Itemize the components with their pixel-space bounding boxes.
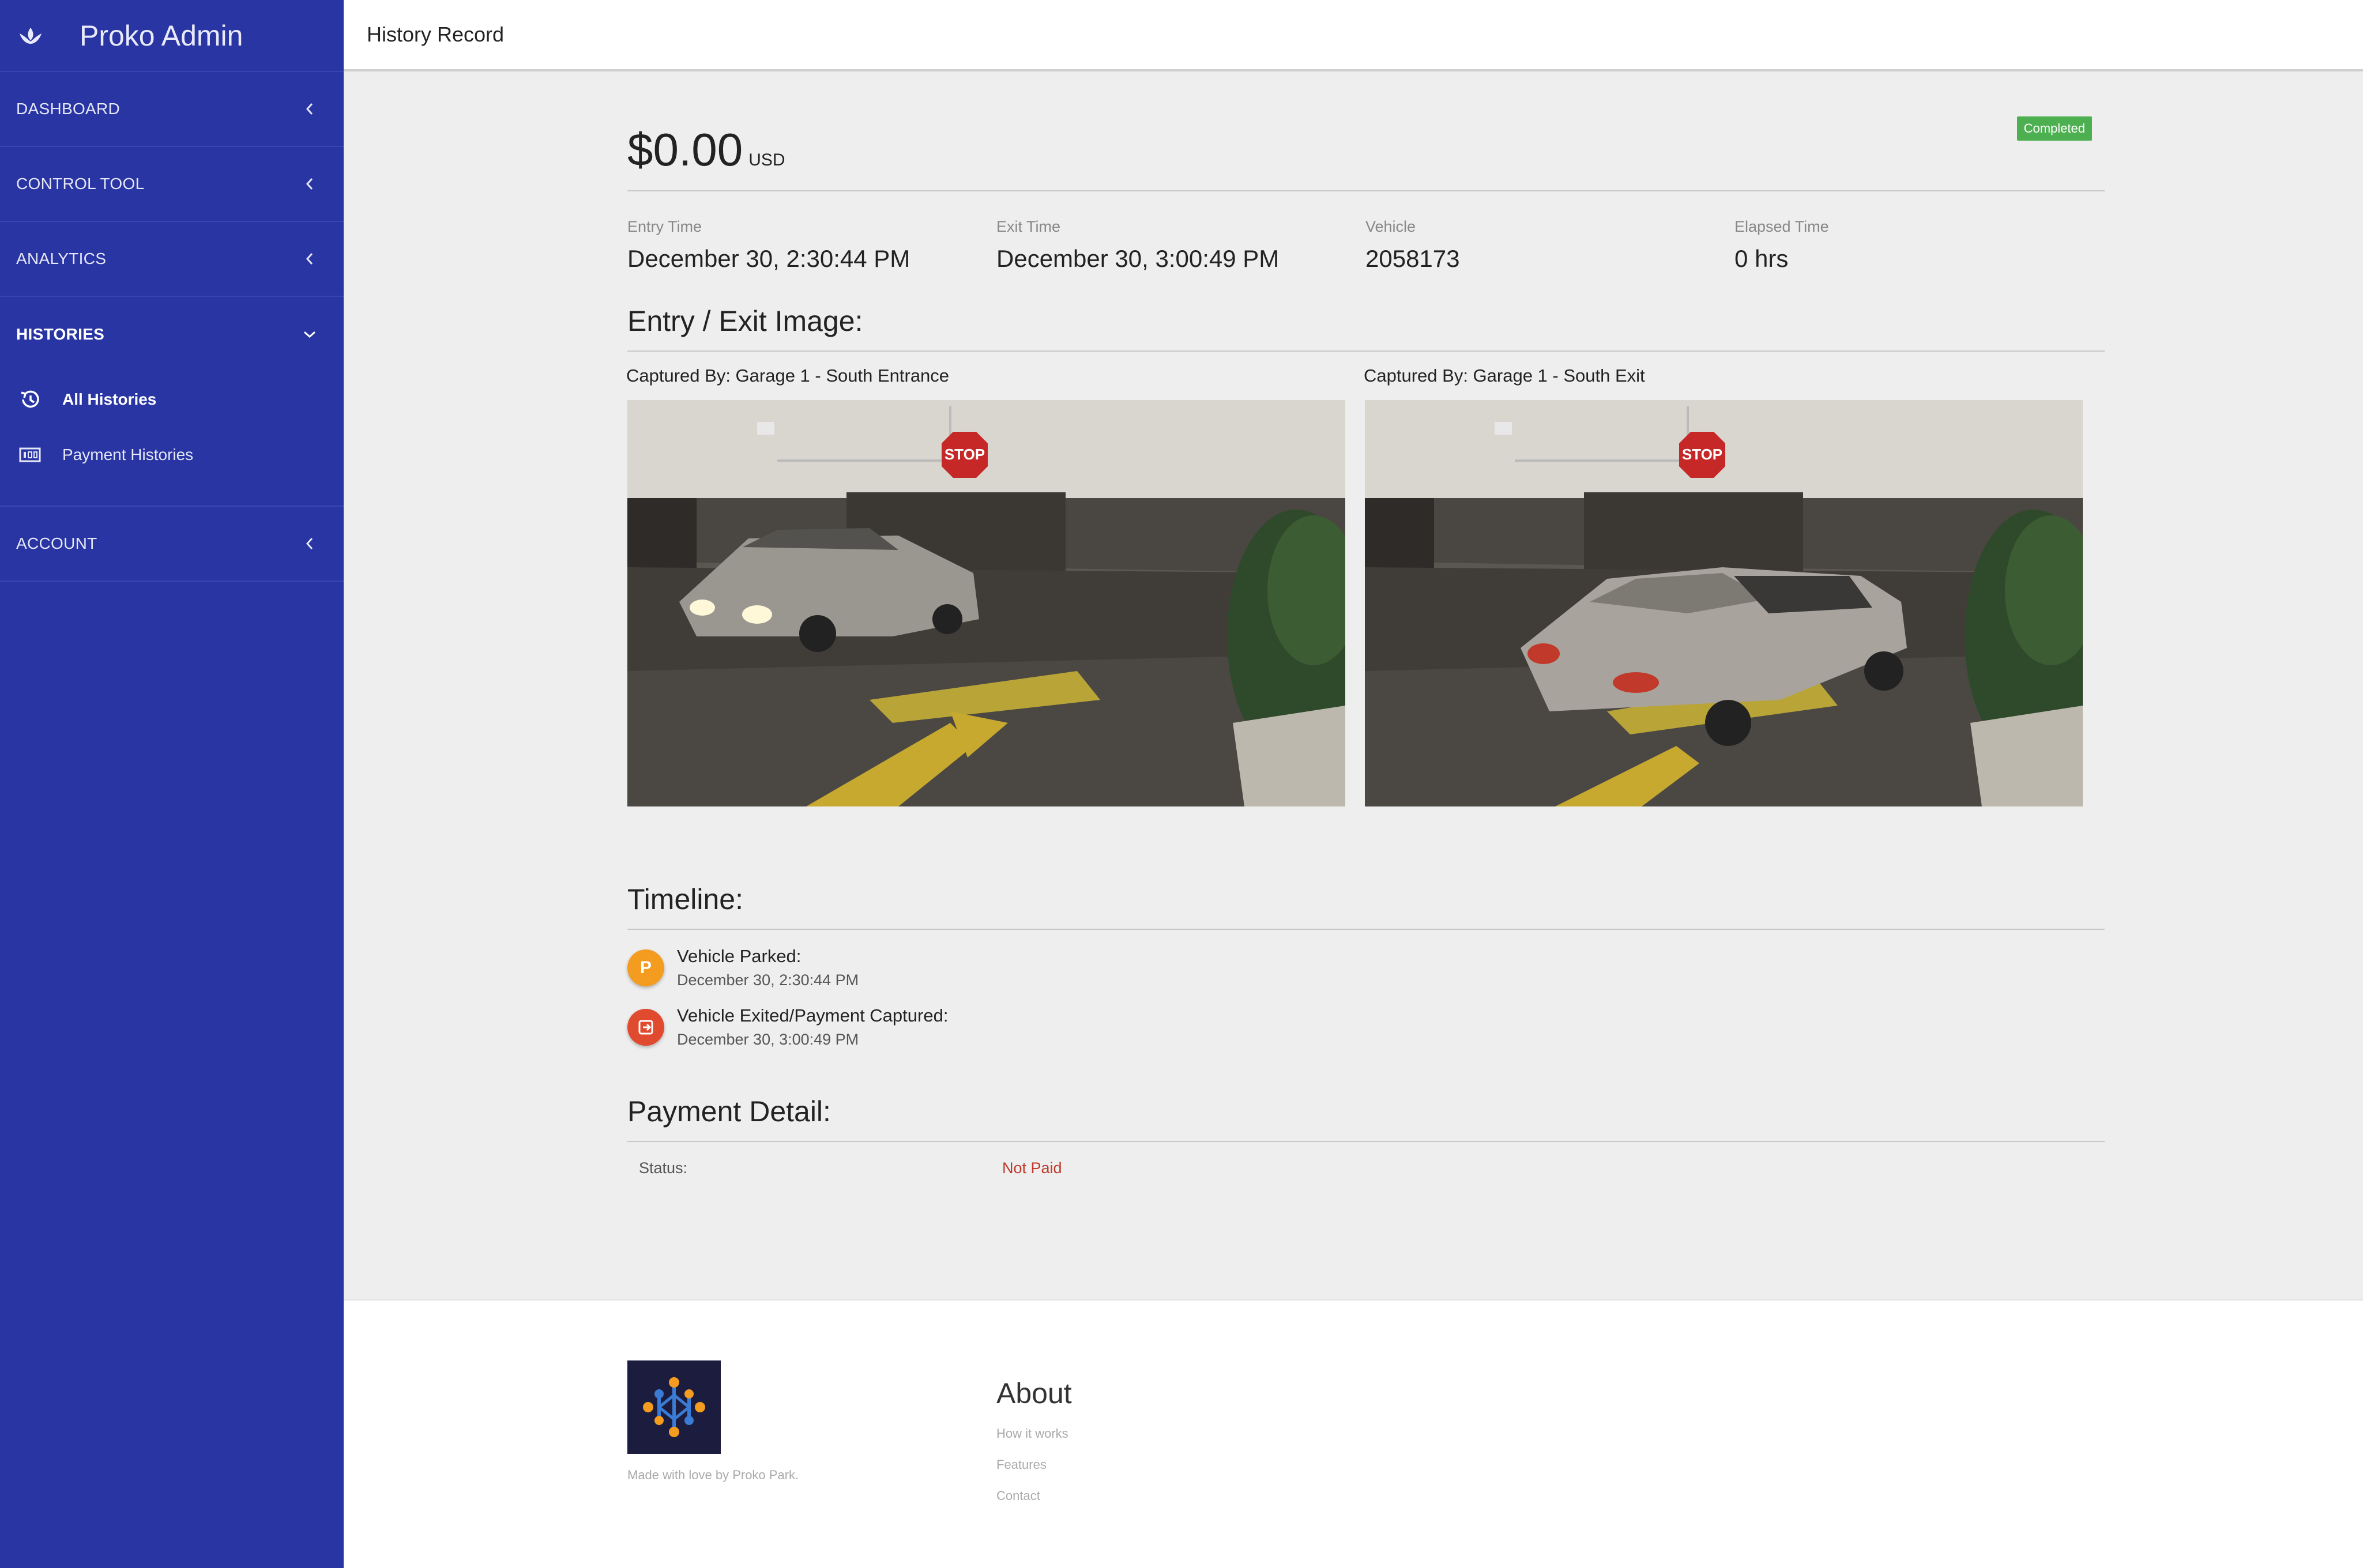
histories-submenu: All Histories Payment Histories <box>0 372 344 507</box>
sidebar-item-analytics[interactable]: ANALYTICS <box>0 222 344 297</box>
stop-sign-text: STOP <box>1682 446 1722 463</box>
chevron-left-icon <box>301 250 318 267</box>
stat-exit-time: Exit Time December 30, 3:00:49 PM <box>996 218 1365 304</box>
payment-status-value: Not Paid <box>1002 1159 1062 1177</box>
section-title-timeline: Timeline: <box>627 883 2105 930</box>
chevron-down-icon <box>301 326 318 343</box>
payment-status-label: Status: <box>639 1159 688 1177</box>
link-contact[interactable]: Contact <box>996 1488 1072 1503</box>
chevron-left-icon <box>301 535 318 552</box>
footer-about: About How it works Features Contact <box>996 1377 1072 1503</box>
timeline-item-date: December 30, 3:00:49 PM <box>677 1031 859 1048</box>
footer: Made with love by Proko Park. About How … <box>344 1299 2363 1568</box>
payment-status-row: Status: Not Paid <box>627 1142 2105 1177</box>
entry-photo[interactable]: STOP <box>627 400 1345 806</box>
history-record-content: $0.00 USD Completed Entry Time December 3… <box>626 71 2105 1177</box>
exit-icon <box>627 1009 664 1046</box>
section-title-images: Entry / Exit Image: <box>627 304 2105 352</box>
entry-exit-images: Captured By: Garage 1 - South Entrance S… <box>626 365 2105 806</box>
sidebar-subitem-payment-histories[interactable]: Payment Histories <box>0 427 344 483</box>
timeline-item-exited: Vehicle Exited/Payment Captured: Decembe… <box>627 1005 2105 1049</box>
status-badge: Completed <box>2016 116 2092 141</box>
amount: $0.00 USD <box>627 123 785 176</box>
stat-value: 2058173 <box>1365 245 1460 272</box>
link-features[interactable]: Features <box>996 1457 1072 1472</box>
stat-elapsed-time: Elapsed Time 0 hrs <box>1734 218 2104 304</box>
sidebar-item-label: CONTROL TOOL <box>16 175 145 193</box>
top-bar: History Record <box>344 0 2363 71</box>
link-how-it-works[interactable]: How it works <box>996 1426 1072 1441</box>
stop-sign-text: STOP <box>945 446 985 463</box>
amount-value: $0.00 <box>627 124 743 175</box>
timeline-item-parked: P Vehicle Parked: December 30, 2:30:44 P… <box>627 946 2105 989</box>
sidebar-item-control-tool[interactable]: CONTROL TOOL <box>0 147 344 222</box>
chevron-left-icon <box>301 100 318 118</box>
exit-image-block: Captured By: Garage 1 - South Exit STOP <box>1364 365 2083 806</box>
page-title: History Record <box>367 22 505 46</box>
about-title: About <box>996 1377 1072 1409</box>
timeline-item-date: December 30, 2:30:44 PM <box>677 971 859 989</box>
stat-vehicle: Vehicle 2058173 <box>1365 218 1734 304</box>
sidebar-item-label: ACCOUNT <box>16 534 97 552</box>
stat-label: Vehicle <box>1365 218 1416 235</box>
brand-title: Proko Admin <box>80 19 243 52</box>
footer-credit: Made with love by Proko Park. <box>627 1468 799 1482</box>
amount-row: $0.00 USD Completed <box>627 71 2105 191</box>
stat-label: Entry Time <box>627 218 702 235</box>
section-title-payment: Payment Detail: <box>627 1095 2105 1142</box>
amount-currency: USD <box>748 150 785 169</box>
sidebar-subitem-label: All Histories <box>62 390 157 408</box>
proko-logo <box>627 1360 721 1454</box>
exit-image-caption: Captured By: Garage 1 - South Exit <box>1364 365 1645 386</box>
brand[interactable]: Proko Admin <box>0 0 344 72</box>
timeline-item-title: Vehicle Parked: <box>677 946 802 966</box>
sidebar-item-label: ANALYTICS <box>16 250 107 267</box>
sidebar-item-account[interactable]: ACCOUNT <box>0 507 344 582</box>
sidebar-item-histories[interactable]: HISTORIES <box>0 297 344 372</box>
timeline-item-title: Vehicle Exited/Payment Captured: <box>677 1005 949 1026</box>
timeline: P Vehicle Parked: December 30, 2:30:44 P… <box>627 946 2105 1049</box>
entry-image-caption: Captured By: Garage 1 - South Entrance <box>626 365 950 386</box>
lotus-logo-icon <box>16 21 45 50</box>
receipt-icon <box>17 442 43 468</box>
parking-icon: P <box>627 949 664 986</box>
entry-image-block: Captured By: Garage 1 - South Entrance S… <box>626 365 1345 806</box>
history-icon <box>17 387 43 412</box>
sidebar-item-label: HISTORIES <box>16 325 105 343</box>
stat-label: Elapsed Time <box>1734 218 1829 235</box>
record-stats: Entry Time December 30, 2:30:44 PM Exit … <box>627 191 2105 304</box>
stat-entry-time: Entry Time December 30, 2:30:44 PM <box>627 218 996 304</box>
stat-value: December 30, 2:30:44 PM <box>627 245 910 272</box>
stat-value: December 30, 3:00:49 PM <box>996 245 1280 272</box>
sidebar-subitem-label: Payment Histories <box>62 446 194 463</box>
stat-value: 0 hrs <box>1734 245 1789 272</box>
sidebar-subitem-all-histories[interactable]: All Histories <box>0 372 344 427</box>
sidebar-item-dashboard[interactable]: DASHBOARD <box>0 72 344 147</box>
stat-label: Exit Time <box>996 218 1061 235</box>
sidebar: Proko Admin DASHBOARD CONTROL TOOL ANALY… <box>0 0 344 1568</box>
chevron-left-icon <box>301 175 318 193</box>
exit-photo[interactable]: STOP <box>1365 400 2083 806</box>
sidebar-item-label: DASHBOARD <box>16 100 121 118</box>
